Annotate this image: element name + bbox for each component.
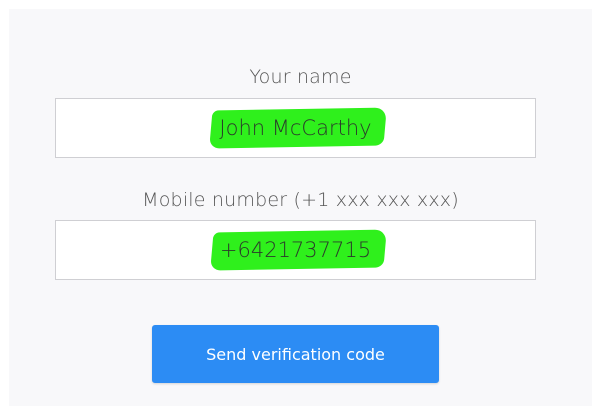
mobile-label: Mobile number (+1 xxx xxx xxx) bbox=[142, 189, 459, 211]
send-verification-code-button[interactable]: Send verification code bbox=[152, 325, 439, 383]
name-label: Your name bbox=[249, 66, 352, 88]
mobile-input-value: +6421737715 bbox=[212, 236, 379, 264]
name-input-value: John McCarthy bbox=[211, 114, 379, 142]
name-input-text: John McCarthy bbox=[219, 116, 372, 140]
mobile-input[interactable]: +6421737715 bbox=[55, 220, 536, 280]
name-input[interactable]: John McCarthy bbox=[55, 98, 536, 158]
mobile-input-text: +6421737715 bbox=[219, 238, 372, 262]
